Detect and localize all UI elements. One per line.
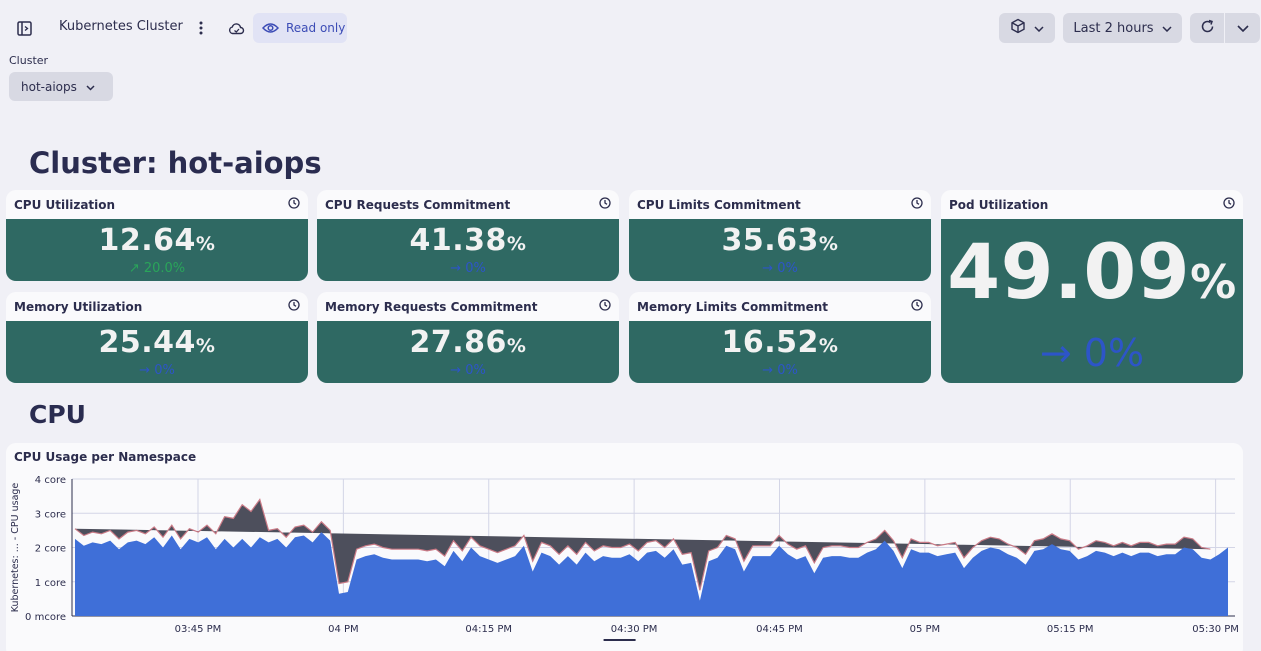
x-tick-label: 03:45 PM xyxy=(175,624,222,635)
sidebar-toggle-icon[interactable] xyxy=(13,17,35,39)
tile-value: 16.52 xyxy=(721,325,819,360)
tile-value: 35.63 xyxy=(721,223,819,258)
read-only-badge[interactable]: Read only xyxy=(253,13,347,43)
chevron-down-icon xyxy=(86,80,95,94)
x-tick-label: 04:30 PM xyxy=(611,624,658,635)
top-bar: Kubernetes Cluster Read only Last 2 hour… xyxy=(0,0,1261,56)
tile-title: Memory Limits Commitment xyxy=(637,299,829,314)
tile-unit: % xyxy=(506,335,527,357)
cpu-usage-chart[interactable]: 0 mcore 1 core 2 core 3 core 4 core 03:45 PM 0… xyxy=(6,443,1243,651)
refresh-button[interactable] xyxy=(1190,13,1224,43)
tile-title: Memory Utilization xyxy=(14,299,143,314)
chevron-down-icon xyxy=(1162,21,1172,36)
x-tick-label: 05 PM xyxy=(910,624,941,635)
y-tick-label: 1 core xyxy=(35,578,66,589)
clock-icon xyxy=(911,299,923,314)
tile-value: 12.64 xyxy=(98,223,196,258)
clock-icon xyxy=(911,197,923,212)
tile-memory-utilization[interactable]: Memory Utilization 25.44% → 0% xyxy=(6,292,308,383)
x-tick-label: 05:30 PM xyxy=(1192,624,1239,635)
timeframe-label: Last 2 hours xyxy=(1073,20,1154,36)
clock-icon xyxy=(599,197,611,212)
tile-title: CPU Utilization xyxy=(14,197,116,212)
y-tick-label: 0 mcore xyxy=(25,612,66,623)
chevron-down-icon xyxy=(1034,21,1044,36)
tile-value: 41.38 xyxy=(409,223,507,258)
tile-memory-limits-commitment[interactable]: Memory Limits Commitment 16.52% → 0% xyxy=(629,292,931,383)
cluster-select[interactable]: hot-aiops xyxy=(9,72,113,101)
chevron-down-icon xyxy=(1236,21,1249,36)
tile-trend: → 0% xyxy=(762,363,798,378)
tile-unit: % xyxy=(1190,255,1237,309)
tile-title: Pod Utilization xyxy=(949,197,1049,212)
refresh-icon xyxy=(1200,19,1215,38)
cube-icon xyxy=(1010,18,1026,38)
x-tick-label: 04:15 PM xyxy=(465,624,512,635)
tile-trend: → 0% xyxy=(450,261,486,276)
eye-icon xyxy=(261,19,280,38)
cluster-heading: Cluster: hot-aiops xyxy=(29,146,322,180)
clock-icon xyxy=(599,299,611,314)
read-only-label: Read only xyxy=(286,21,346,35)
tile-title: CPU Limits Commitment xyxy=(637,197,801,212)
tile-unit: % xyxy=(195,233,216,255)
cpu-usage-chart-card[interactable]: CPU Usage per Namespace 0 mcore 1 core 2 c… xyxy=(6,443,1243,651)
x-tick-label: 04:45 PM xyxy=(756,624,803,635)
cluster-select-value: hot-aiops xyxy=(21,79,77,94)
page-title: Kubernetes Cluster xyxy=(59,19,183,34)
tile-cpu-utilization[interactable]: CPU Utilization 12.64% ↗ 20.0% xyxy=(6,190,308,281)
tile-title: CPU Requests Commitment xyxy=(325,197,511,212)
more-vertical-icon[interactable] xyxy=(191,17,211,39)
cluster-filter-label: Cluster xyxy=(9,54,49,67)
tile-trend: ↗ 20.0% xyxy=(128,261,186,276)
refresh-options-button[interactable] xyxy=(1225,13,1260,43)
y-tick-label: 2 core xyxy=(35,544,66,555)
clock-icon xyxy=(288,197,300,212)
y-axis-title: Kubernetes: ... - CPU usage xyxy=(10,483,21,613)
y-tick-label: 3 core xyxy=(35,509,66,520)
x-tick-label: 04 PM xyxy=(328,624,359,635)
tile-value: 27.86 xyxy=(409,325,507,360)
clock-icon xyxy=(288,299,300,314)
tile-memory-requests-commitment[interactable]: Memory Requests Commitment 27.86% → 0% xyxy=(317,292,619,383)
tile-trend: → 0% xyxy=(1039,331,1145,375)
timeframe-selector[interactable]: Last 2 hours xyxy=(1063,13,1182,43)
x-tick-label: 05:15 PM xyxy=(1047,624,1094,635)
tile-unit: % xyxy=(818,335,839,357)
tile-trend: → 0% xyxy=(450,363,486,378)
tile-unit: % xyxy=(818,233,839,255)
tile-value: 25.44 xyxy=(98,325,196,360)
tile-trend: → 0% xyxy=(139,363,175,378)
tile-cpu-requests-commitment[interactable]: CPU Requests Commitment 41.38% → 0% xyxy=(317,190,619,281)
tile-unit: % xyxy=(506,233,527,255)
cloud-sync-icon[interactable] xyxy=(225,17,247,39)
tile-title: Memory Requests Commitment xyxy=(325,299,538,314)
tile-cpu-limits-commitment[interactable]: CPU Limits Commitment 35.63% → 0% xyxy=(629,190,931,281)
cpu-heading: CPU xyxy=(29,400,86,429)
tile-unit: % xyxy=(195,335,216,357)
tile-value: 49.09 xyxy=(947,227,1191,316)
tile-pod-utilization[interactable]: Pod Utilization 49.09% → 0% xyxy=(941,190,1243,383)
tile-trend: → 0% xyxy=(762,261,798,276)
clock-icon xyxy=(1223,197,1235,212)
y-tick-label: 4 core xyxy=(35,475,66,486)
segment-filter-button[interactable] xyxy=(999,13,1055,43)
